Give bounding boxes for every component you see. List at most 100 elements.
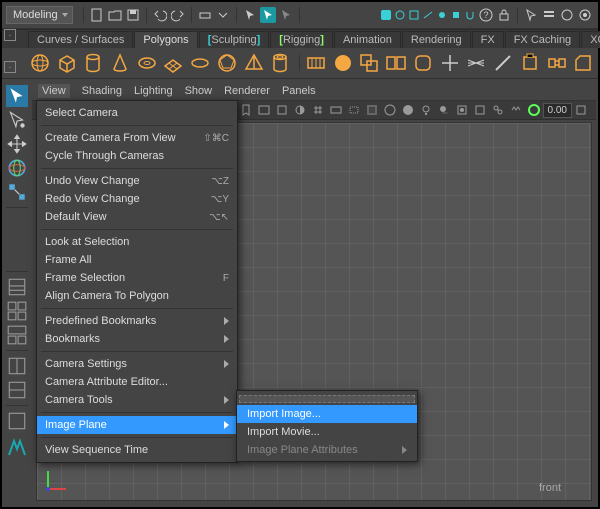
poly-cube-icon[interactable] xyxy=(55,51,79,75)
move-tool[interactable] xyxy=(6,133,28,155)
gate-mask-icon[interactable] xyxy=(365,103,379,117)
image-plane-toggle-icon[interactable] xyxy=(257,103,271,117)
selection-mode-component-icon[interactable] xyxy=(278,7,294,23)
collapse-toggle[interactable]: · xyxy=(4,29,16,41)
gate-icon[interactable] xyxy=(275,103,289,117)
bevel-icon[interactable] xyxy=(571,51,595,75)
tab-animation[interactable]: Animation xyxy=(334,31,401,48)
expose-icon[interactable] xyxy=(509,103,523,117)
poly-disc-icon[interactable] xyxy=(188,51,212,75)
res-gate-icon[interactable] xyxy=(347,103,361,117)
snap-curve-icon[interactable] xyxy=(394,9,406,21)
open-folder-icon[interactable] xyxy=(107,7,123,23)
gamma-icon[interactable] xyxy=(574,103,588,117)
xray-joints-icon[interactable] xyxy=(491,103,505,117)
selection-mode-icon[interactable] xyxy=(242,7,258,23)
redo-icon[interactable] xyxy=(170,7,186,23)
selection-mode-object-icon[interactable] xyxy=(260,7,276,23)
poly-torus-icon[interactable] xyxy=(135,51,159,75)
panel-menu-shading[interactable]: Shading xyxy=(82,85,122,97)
render-icon[interactable] xyxy=(559,7,575,23)
tab-rigging[interactable]: [Rigging] xyxy=(270,31,333,48)
poly-type-icon[interactable] xyxy=(304,51,328,75)
smooth-icon[interactable] xyxy=(411,51,435,75)
panel-layout-icon[interactable] xyxy=(6,355,28,377)
menu-item-predefined-bookmarks[interactable]: Predefined Bookmarks xyxy=(37,312,237,330)
construction-history-icon[interactable] xyxy=(541,7,557,23)
render-settings-icon[interactable] xyxy=(577,7,593,23)
new-file-icon[interactable] xyxy=(89,7,105,23)
tab-curves-surfaces[interactable]: Curves / Surfaces xyxy=(28,31,133,48)
rotate-tool[interactable] xyxy=(6,157,28,179)
poly-pipe-icon[interactable] xyxy=(268,51,292,75)
panel-menu-view[interactable]: View xyxy=(38,84,70,98)
panel-layout-2-icon[interactable] xyxy=(6,379,28,401)
panel-menu-lighting[interactable]: Lighting xyxy=(134,85,173,97)
tab-rendering[interactable]: Rendering xyxy=(402,31,471,48)
select-tool[interactable] xyxy=(6,85,28,107)
panel-menu-show[interactable]: Show xyxy=(185,85,213,97)
menu-item-frame-selection[interactable]: Frame SelectionF xyxy=(37,269,237,287)
exposure-field[interactable]: 0.00 xyxy=(543,103,572,118)
tab-polygons[interactable]: Polygons xyxy=(134,31,197,48)
menu-item-frame-all[interactable]: Frame All xyxy=(37,251,237,269)
mode-selector[interactable]: Modeling xyxy=(6,6,73,24)
menu-item-cycle-through-cameras[interactable]: Cycle Through Cameras xyxy=(37,147,237,165)
wireframe-icon[interactable] xyxy=(383,103,397,117)
menu-item-select-camera[interactable]: Select Camera xyxy=(37,104,237,122)
poly-platonic-icon[interactable] xyxy=(215,51,239,75)
poly-cone-icon[interactable] xyxy=(108,51,132,75)
separate-icon[interactable] xyxy=(384,51,408,75)
twosided-icon[interactable] xyxy=(293,103,307,117)
poly-sphere-icon[interactable] xyxy=(28,51,52,75)
poly-plane-icon[interactable] xyxy=(162,51,186,75)
extrude-icon[interactable] xyxy=(518,51,542,75)
poly-cylinder-icon[interactable] xyxy=(81,51,105,75)
menu-item-camera-tools[interactable]: Camera Tools xyxy=(37,391,237,409)
snap-point-icon[interactable] xyxy=(408,9,420,21)
magnet-icon[interactable] xyxy=(464,9,476,21)
menu-item-default-view[interactable]: Default View⌥↖ xyxy=(37,208,237,226)
snap-plane-icon[interactable] xyxy=(422,9,434,21)
snap-grid-icon[interactable] xyxy=(380,9,392,21)
xray-icon[interactable] xyxy=(473,103,487,117)
save-icon[interactable] xyxy=(125,7,141,23)
persp-layout-icon[interactable] xyxy=(6,300,28,322)
tab-fxcaching[interactable]: FX Caching xyxy=(505,31,580,48)
menu-item-undo-view-change[interactable]: Undo View Change⌥Z xyxy=(37,172,237,190)
combine-icon[interactable] xyxy=(358,51,382,75)
lock-icon[interactable] xyxy=(496,7,512,23)
sculpt-icon[interactable] xyxy=(491,51,515,75)
menu-item-create-camera-from-view[interactable]: Create Camera From View⇧⌘C xyxy=(37,129,237,147)
tab-sculpting[interactable]: [Sculpting] xyxy=(199,31,270,48)
shadows-icon[interactable] xyxy=(437,103,451,117)
panel-menu-panels[interactable]: Panels xyxy=(282,85,316,97)
grid-toggle-icon[interactable] xyxy=(311,103,325,117)
single-layout-icon[interactable] xyxy=(6,324,28,346)
menu-item-redo-view-change[interactable]: Redo View Change⌥Y xyxy=(37,190,237,208)
renderer-toggle-icon[interactable] xyxy=(527,103,541,117)
submenu-item-import-image[interactable]: Import Image... xyxy=(237,405,417,423)
menu-item-camera-attribute-editor[interactable]: Camera Attribute Editor... xyxy=(37,373,237,391)
snap-live-icon[interactable] xyxy=(436,9,448,21)
panel-menu-renderer[interactable]: Renderer xyxy=(224,85,270,97)
menu-item-image-plane[interactable]: Image Plane xyxy=(37,416,237,434)
bookmark-icon[interactable] xyxy=(239,103,253,117)
menu-item-align-camera-to-polygon[interactable]: Align Camera To Polygon xyxy=(37,287,237,305)
menu-item-look-at-selection[interactable]: Look at Selection xyxy=(37,233,237,251)
menu-item-view-sequence-time[interactable]: View Sequence Time xyxy=(37,441,237,459)
submenu-item-import-movie[interactable]: Import Movie... xyxy=(237,423,417,441)
select-by-name-icon[interactable] xyxy=(197,7,213,23)
cursor-icon[interactable] xyxy=(523,7,539,23)
submenu-tearoff[interactable] xyxy=(239,395,415,403)
tab-fx[interactable]: FX xyxy=(472,31,504,48)
svg-icon[interactable] xyxy=(331,51,355,75)
menu-item-camera-settings[interactable]: Camera Settings xyxy=(37,355,237,373)
shaded-icon[interactable] xyxy=(401,103,415,117)
use-lights-icon[interactable] xyxy=(419,103,433,117)
bridge-icon[interactable] xyxy=(545,51,569,75)
subdiv-proxy-icon[interactable] xyxy=(464,51,488,75)
undo-icon[interactable] xyxy=(152,7,168,23)
film-gate-icon[interactable] xyxy=(329,103,343,117)
lasso-tool[interactable] xyxy=(6,109,28,131)
